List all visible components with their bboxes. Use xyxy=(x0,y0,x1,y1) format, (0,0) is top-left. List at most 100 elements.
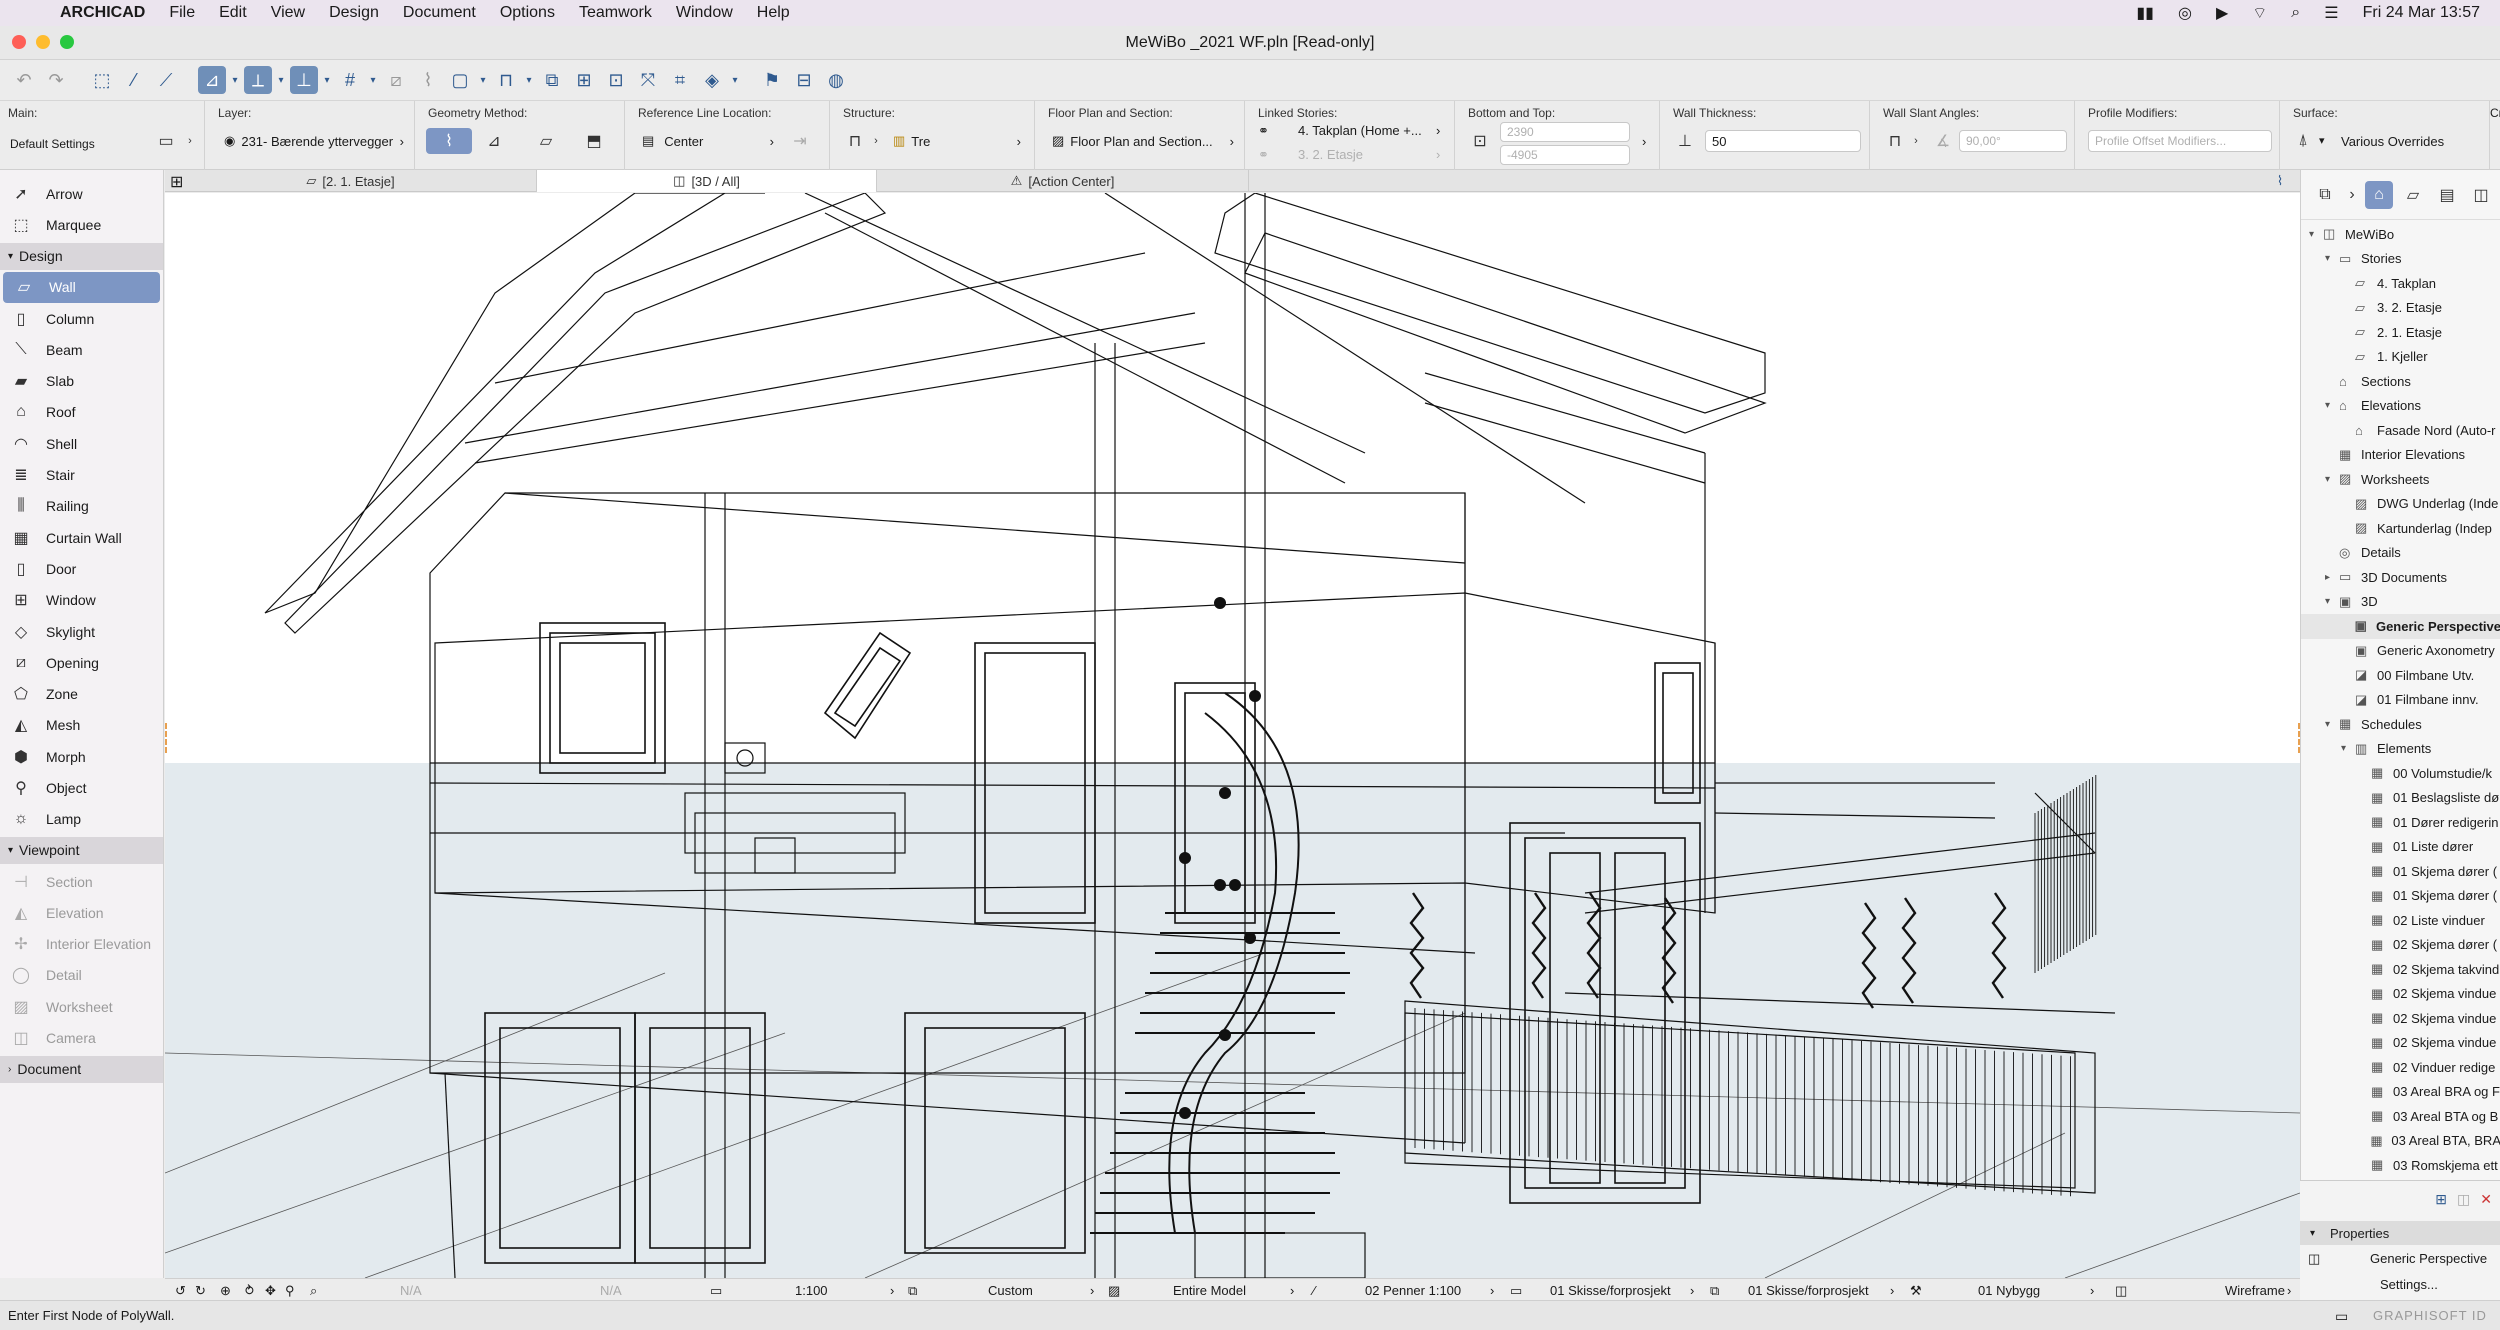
find-select-icon[interactable]: ⬚ xyxy=(88,66,116,94)
3d-viewport[interactable] xyxy=(165,193,2300,1278)
suspend-groups-icon[interactable]: ▢ xyxy=(446,66,474,94)
pan-icon[interactable]: ✥ xyxy=(265,1283,276,1299)
tab-1-etasje[interactable]: ▱ [2. 1. Etasje] xyxy=(165,170,537,192)
tree-item[interactable]: ▦ 02 Vinduer redige xyxy=(2301,1055,2500,1080)
renovation-value[interactable]: 01 Nybygg xyxy=(1978,1283,2040,1298)
chevron-right-icon[interactable]: › xyxy=(2287,1283,2291,1298)
tree-item[interactable]: ▱ 4. Takplan xyxy=(2301,271,2500,296)
clone-icon[interactable]: ◫ xyxy=(2457,1191,2470,1208)
disclosure-arrow-icon[interactable]: ▾ xyxy=(2325,719,2339,730)
view-map-icon[interactable]: ▱ xyxy=(2399,181,2427,209)
right-edge-handle[interactable] xyxy=(2288,723,2300,753)
tool-column[interactable]: ▯ Column xyxy=(0,303,163,334)
menu-help[interactable]: Help xyxy=(757,4,790,22)
chevron-right-icon[interactable]: › xyxy=(890,1283,894,1298)
refline-select[interactable]: ▤ Center › xyxy=(636,128,778,154)
scale-value[interactable]: 1:100 xyxy=(795,1283,828,1298)
split-icon[interactable]: ⌗ xyxy=(666,66,694,94)
tool-shell[interactable]: ◠ Shell xyxy=(0,428,163,459)
tree-item[interactable]: ⌂ Sections xyxy=(2301,369,2500,394)
tree-item[interactable]: ▦ 02 Skjema vindue xyxy=(2301,1031,2500,1056)
tree-item[interactable]: ▦ 02 Skjema vindue xyxy=(2301,982,2500,1007)
chevron-right-icon[interactable]: › xyxy=(1436,123,1440,138)
top-elevation-field[interactable]: 2390 xyxy=(1500,122,1630,142)
zoom-in-icon[interactable]: ⊕ xyxy=(220,1283,231,1299)
tree-item[interactable]: ▦ 03 Areal BRA og F xyxy=(2301,1080,2500,1105)
tool-camera[interactable]: ◫ Camera xyxy=(0,1022,163,1053)
disclosure-arrow-icon[interactable]: ▾ xyxy=(2341,743,2355,754)
grid-snap-icon[interactable]: # xyxy=(336,66,364,94)
tree-item[interactable]: ▦ 03 Areal BTA, BRA xyxy=(2301,1129,2500,1154)
tool-slab[interactable]: ▰ Slab xyxy=(0,365,163,396)
tree-item[interactable]: ▦ 01 Beslagsliste dø xyxy=(2301,786,2500,811)
toolbox-section-design[interactable]: ▾ Design xyxy=(0,242,163,270)
tree-item[interactable]: ▾ ▣ 3D xyxy=(2301,590,2500,615)
publish-icon[interactable]: ⊟ xyxy=(790,66,818,94)
tool-beam[interactable]: ⟍ Beam xyxy=(0,334,163,365)
tool-section[interactable]: ⊣ Section xyxy=(0,866,163,897)
tool-opening[interactable]: ⧄ Opening xyxy=(0,647,163,678)
surface-value[interactable]: Various Overrides xyxy=(2341,134,2444,149)
linked-top-value[interactable]: 4. Takplan (Home +... xyxy=(1298,123,1422,138)
tool-railing[interactable]: ⫼ Railing xyxy=(0,491,163,522)
disclosure-arrow-icon[interactable]: ▾ xyxy=(2325,596,2339,607)
intersect-icon[interactable]: ⤧ xyxy=(634,66,662,94)
tree-item[interactable]: ▣ Generic Perspective xyxy=(2301,614,2500,639)
spotlight-search-icon[interactable]: ⌕ xyxy=(2291,4,2300,22)
tree-item[interactable]: ▨ Kartunderlag (Indep xyxy=(2301,516,2500,541)
wall-chain-icon[interactable]: ⬒ xyxy=(580,128,608,154)
tool-morph[interactable]: ⬢ Morph xyxy=(0,741,163,772)
chevron-down-icon[interactable]: ▾ xyxy=(2319,134,2325,147)
control-center-icon[interactable]: ☰ xyxy=(2324,3,2338,23)
tool-skylight[interactable]: ◇ Skylight xyxy=(0,616,163,647)
tool-mesh[interactable]: ◭ Mesh xyxy=(0,710,163,741)
chevron-down-icon[interactable]: ▾ xyxy=(478,66,488,94)
chevron-right-icon[interactable]: › xyxy=(182,128,198,154)
chevron-down-icon[interactable]: ▾ xyxy=(230,66,240,94)
tree-item[interactable]: ▾ ▥ Elements xyxy=(2301,737,2500,762)
tree-item[interactable]: ▦ 01 Liste dører xyxy=(2301,835,2500,860)
disclosure-arrow-icon[interactable]: ▾ xyxy=(2325,400,2339,411)
chevron-down-icon[interactable]: ▾ xyxy=(730,66,740,94)
settings-button[interactable]: Settings... xyxy=(2380,1277,2438,1292)
slant-angle-field[interactable]: 90,00° xyxy=(1959,130,2067,152)
tool-wall[interactable]: ▱ Wall xyxy=(3,271,160,303)
chevron-right-icon[interactable]: › xyxy=(1909,128,1923,154)
move-icon[interactable]: ⊞ xyxy=(570,66,598,94)
status-app-icon[interactable]: ▮▮ xyxy=(2136,3,2154,23)
refresh-icon[interactable]: ↻ xyxy=(195,1283,206,1299)
properties-header[interactable]: ▾ Properties xyxy=(2300,1221,2500,1245)
menu-document[interactable]: Document xyxy=(403,4,476,22)
tool-marquee[interactable]: ⬚ Marquee xyxy=(0,209,163,240)
chevron-right-icon[interactable]: › xyxy=(1642,134,1646,149)
tree-item[interactable]: ▨ DWG Underlag (Inde xyxy=(2301,492,2500,517)
syringe-icon[interactable]: ⟋ xyxy=(152,66,180,94)
disclosure-arrow-icon[interactable]: ▾ xyxy=(2309,229,2323,240)
disclosure-arrow-icon[interactable]: ▸ xyxy=(2325,572,2339,583)
tool-curtain-wall[interactable]: ▦ Curtain Wall xyxy=(0,522,163,553)
creative-cloud-icon[interactable]: ◎ xyxy=(2178,3,2192,23)
chevron-right-icon[interactable]: › xyxy=(1436,147,1440,162)
wall-profile-icon[interactable]: ▱ xyxy=(532,128,560,154)
chevron-right-icon[interactable]: › xyxy=(869,128,883,154)
menu-design[interactable]: Design xyxy=(329,4,379,22)
tree-item[interactable]: ▣ Generic Axonometry xyxy=(2301,639,2500,664)
tree-item[interactable]: ▾ ▭ Stories xyxy=(2301,247,2500,272)
menu-view[interactable]: View xyxy=(271,4,305,22)
floor-plan-section-select[interactable]: ▨ Floor Plan and Section... › xyxy=(1046,128,1238,154)
tree-item[interactable]: ▦ 03 Areal BTA og B xyxy=(2301,1104,2500,1129)
tree-item[interactable]: ▦ 02 Skjema takvind xyxy=(2301,957,2500,982)
menu-options[interactable]: Options xyxy=(500,4,555,22)
pen-set-value[interactable]: 02 Penner 1:100 xyxy=(1365,1283,1461,1298)
left-edge-handle[interactable] xyxy=(165,723,177,753)
menu-window[interactable]: Window xyxy=(676,4,733,22)
tool-zone[interactable]: ⬠ Zone xyxy=(0,678,163,709)
tree-item[interactable]: ◪ 01 Filmbane innv. xyxy=(2301,688,2500,713)
tree-item[interactable]: ▦ 01 Skjema dører ( xyxy=(2301,859,2500,884)
tool-elevation[interactable]: ◭ Elevation xyxy=(0,897,163,928)
chevron-right-icon[interactable]: › xyxy=(2345,181,2359,209)
navigator-chooser-icon[interactable]: ⧉ xyxy=(2311,181,2339,209)
polywall-method-icon[interactable]: ⌇ xyxy=(426,128,472,154)
tree-item[interactable]: ▾ ◫ MeWiBo xyxy=(2301,222,2500,247)
window-toggle-icon[interactable]: ▭ xyxy=(2335,1308,2348,1325)
